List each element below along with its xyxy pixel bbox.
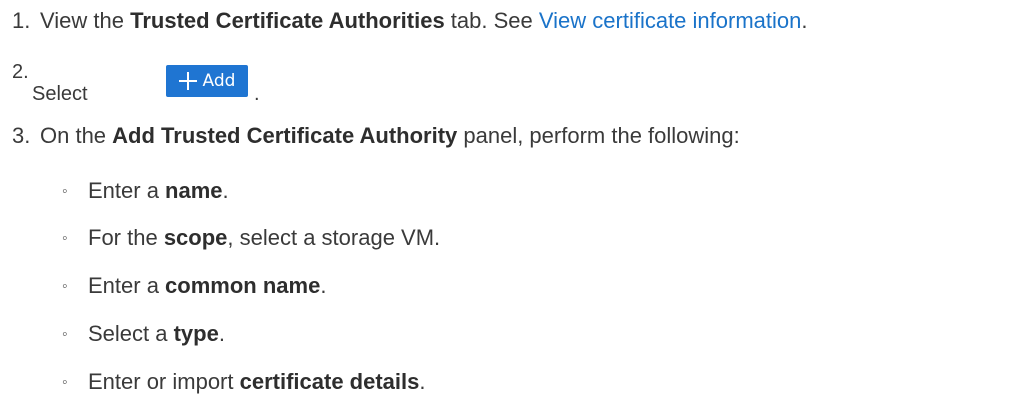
view-certificate-information-link[interactable]: View certificate information (539, 8, 802, 33)
step-emphasis: Add Trusted Certificate Authority (112, 123, 458, 148)
list-item-text: . (320, 273, 327, 298)
add-button-label: Add (202, 71, 236, 91)
step-text: View the (40, 8, 131, 33)
list-item-emphasis: type (173, 321, 219, 346)
list-item-text: , select a storage VM. (227, 225, 441, 250)
list-item-text: Select a (88, 321, 174, 346)
list-item-emphasis: scope (163, 225, 228, 250)
plus-icon (178, 72, 197, 90)
bullet-icon: ◦ (62, 278, 68, 295)
step-3: 3. On the Add Trusted Certificate Authori… (12, 125, 740, 147)
list-item-emphasis: name (165, 178, 223, 203)
step-text: tab. See (444, 8, 539, 33)
list-item-text: . (419, 369, 426, 394)
list-item: ◦ Enter or import certificate details. (62, 371, 425, 393)
step-text: On the (40, 123, 113, 148)
list-item-text: For the (88, 225, 164, 250)
list-item-emphasis: certificate details (239, 369, 420, 394)
list-item-text: Enter a (88, 273, 166, 298)
step-number: 2. (12, 61, 29, 83)
list-item-text: Enter a (88, 178, 166, 203)
step-number: 3. (12, 123, 31, 148)
step-number: 1. (12, 8, 31, 33)
bullet-icon: ◦ (62, 326, 68, 343)
list-item-text: . (222, 178, 229, 203)
step-text: panel, perform the following: (457, 123, 740, 148)
step-emphasis: Trusted Certificate Authorities (130, 8, 445, 33)
list-item: ◦ Enter a common name. (62, 275, 326, 297)
bullet-icon: ◦ (62, 374, 68, 391)
list-item-text: Enter or import (88, 369, 240, 394)
list-item-emphasis: common name (165, 273, 321, 298)
step-text: Select (32, 83, 88, 105)
list-item: ◦ For the scope, select a storage VM. (62, 227, 440, 249)
step-text: . (254, 83, 260, 105)
list-item: ◦ Enter a name. (62, 180, 229, 202)
add-button[interactable]: Add (166, 65, 248, 97)
list-item-text: . (218, 321, 225, 346)
step-1: 1. View the Trusted Certificate Authoriti… (12, 10, 808, 32)
step-text: . (801, 8, 808, 33)
bullet-icon: ◦ (62, 230, 68, 247)
bullet-icon: ◦ (62, 183, 68, 200)
list-item: ◦ Select a type. (62, 323, 225, 345)
